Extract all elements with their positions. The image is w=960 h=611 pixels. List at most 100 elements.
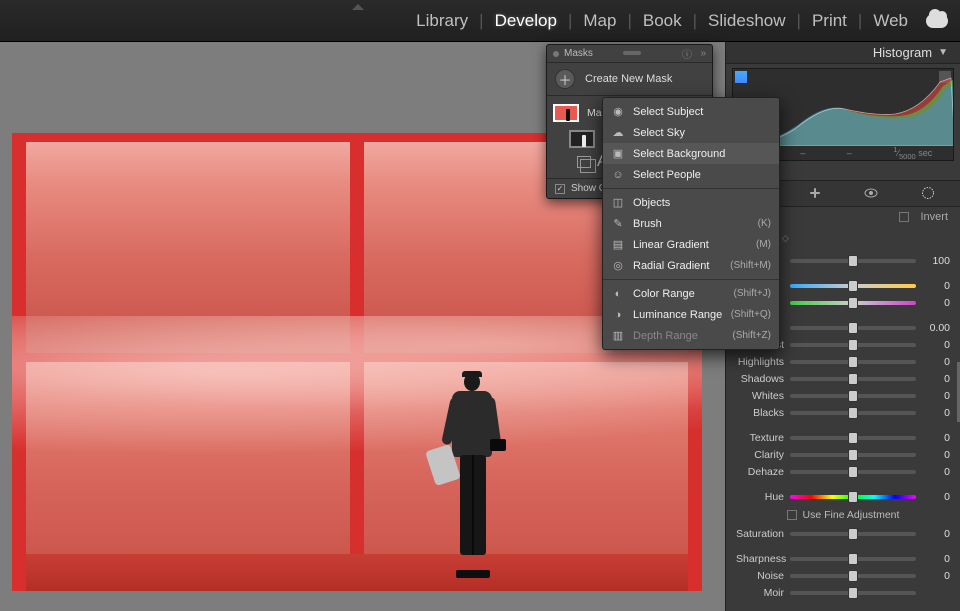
saturation-slider[interactable]: Saturation0	[736, 525, 950, 542]
invert-checkbox[interactable]	[899, 212, 909, 222]
slider-track[interactable]	[790, 259, 916, 263]
fine-adjustment-checkbox[interactable]	[787, 510, 797, 520]
whites-slider[interactable]: Whites0	[736, 387, 950, 404]
slider-track[interactable]	[790, 532, 916, 536]
shadows-slider[interactable]: Shadows0	[736, 370, 950, 387]
slider-track[interactable]	[790, 453, 916, 457]
slider-value: 0	[922, 491, 950, 503]
slider-value: 0	[922, 280, 950, 292]
menu-select_people[interactable]: ☺Select People	[603, 164, 779, 185]
bg-icon: ▣	[611, 147, 625, 161]
menu-linear_gradient[interactable]: ▤Linear Gradient(M)	[603, 234, 779, 255]
slider-track[interactable]	[790, 377, 916, 381]
menu-select_subject[interactable]: ◉Select Subject	[603, 101, 779, 122]
slider-value: 0	[922, 297, 950, 309]
module-web[interactable]: Web	[865, 7, 916, 35]
slider-thumb[interactable]	[848, 390, 858, 402]
moir-slider[interactable]: Moir	[736, 584, 950, 601]
slider-thumb[interactable]	[848, 466, 858, 478]
module-book[interactable]: Book	[635, 7, 690, 35]
slider-thumb[interactable]	[848, 570, 858, 582]
menu-shortcut: (Shift+Q)	[731, 309, 771, 320]
highlights-slider[interactable]: Highlights0	[736, 353, 950, 370]
texture-slider[interactable]: Texture0	[736, 429, 950, 446]
slider-track[interactable]	[790, 301, 916, 305]
slider-value: 0	[922, 553, 950, 565]
masks-panel-title: Masks	[564, 48, 593, 59]
menu-item-label: Select Subject	[633, 106, 703, 118]
module-develop[interactable]: Develop	[487, 7, 565, 35]
slider-track[interactable]	[790, 470, 916, 474]
collapse-icon[interactable]: »	[700, 48, 706, 59]
rgrad-icon: ◎	[611, 259, 625, 273]
menu-radial_gradient[interactable]: ◎Radial Gradient(Shift+M)	[603, 255, 779, 276]
slider-thumb[interactable]	[848, 322, 858, 334]
create-new-mask-button[interactable]: ＋ Create New Mask	[547, 63, 712, 96]
module-slideshow[interactable]: Slideshow	[700, 7, 794, 35]
histogram-header[interactable]: Histogram ▼	[726, 42, 960, 64]
slider-thumb[interactable]	[848, 491, 858, 503]
slider-track[interactable]	[790, 360, 916, 364]
menu-objects[interactable]: ◫ Objects	[603, 192, 779, 213]
lgrad-icon: ▤	[611, 238, 625, 252]
slider-thumb[interactable]	[848, 356, 858, 368]
menu-luminance_range[interactable]: ◑Luminance Range(Shift+Q)	[603, 304, 779, 325]
blacks-slider[interactable]: Blacks0	[736, 404, 950, 421]
heal-tool-icon[interactable]	[804, 182, 826, 204]
masking-tool-icon[interactable]	[917, 182, 939, 204]
slider-track[interactable]	[790, 591, 916, 595]
module-print[interactable]: Print	[804, 7, 855, 35]
slider-thumb[interactable]	[848, 407, 858, 419]
slider-track[interactable]	[790, 574, 916, 578]
menu-select_background[interactable]: ▣Select Background	[603, 143, 779, 164]
slider-thumb[interactable]	[848, 587, 858, 599]
create-new-mask-label: Create New Mask	[585, 73, 672, 85]
slider-thumb[interactable]	[848, 528, 858, 540]
top-panel-expand-icon[interactable]	[352, 4, 364, 10]
module-library[interactable]: Library	[408, 7, 476, 35]
slider-track[interactable]	[790, 436, 916, 440]
slider-thumb[interactable]	[848, 297, 858, 309]
menu-item-label: Radial Gradient	[633, 260, 709, 272]
clarity-slider[interactable]: Clarity0	[736, 446, 950, 463]
slider-track[interactable]	[790, 284, 916, 288]
slider-thumb[interactable]	[848, 449, 858, 461]
sharpness-slider[interactable]: Sharpness0	[736, 550, 950, 567]
slider-thumb[interactable]	[848, 339, 858, 351]
slider-thumb[interactable]	[848, 280, 858, 292]
menu-item-label: Objects	[633, 197, 670, 209]
menu-item-label: Depth Range	[633, 330, 698, 342]
menu-select_sky[interactable]: ☁Select Sky	[603, 122, 779, 143]
slider-label: Clarity	[736, 449, 790, 461]
slider-thumb[interactable]	[848, 255, 858, 267]
slider-track[interactable]	[790, 495, 916, 499]
slider-label: Noise	[736, 570, 790, 582]
menu-color_range[interactable]: ◐Color Range(Shift+J)	[603, 283, 779, 304]
hue-slider[interactable]: Hue0	[736, 488, 950, 505]
mask-item-label: Ma	[587, 107, 602, 119]
slider-track[interactable]	[790, 394, 916, 398]
slider-track[interactable]	[790, 411, 916, 415]
module-map[interactable]: Map	[575, 7, 624, 35]
slider-label: Saturation	[736, 528, 790, 540]
slider-track[interactable]	[790, 557, 916, 561]
dehaze-slider[interactable]: Dehaze0	[736, 463, 950, 480]
slider-thumb[interactable]	[848, 553, 858, 565]
drag-handle-icon[interactable]	[623, 51, 641, 55]
menu-shortcut: (Shift+Z)	[732, 330, 771, 341]
slider-track[interactable]	[790, 343, 916, 347]
masks-panel-header[interactable]: Masks ⓘ »	[547, 45, 712, 63]
info-icon[interactable]: ⓘ	[682, 46, 692, 61]
slider-label: Whites	[736, 390, 790, 402]
slider-track[interactable]	[790, 326, 916, 330]
slider-thumb[interactable]	[848, 373, 858, 385]
cloud-sync-icon[interactable]	[926, 14, 948, 28]
use-fine-adjustment-row[interactable]: Use Fine Adjustment	[736, 505, 950, 525]
show-overlay-checkbox[interactable]: ✓	[555, 184, 565, 194]
redeye-tool-icon[interactable]	[860, 182, 882, 204]
menu-brush[interactable]: ✎Brush(K)	[603, 213, 779, 234]
noise-slider[interactable]: Noise0	[736, 567, 950, 584]
box-icon: ◫	[611, 196, 625, 210]
panel-pin-icon[interactable]	[553, 51, 559, 57]
slider-thumb[interactable]	[848, 432, 858, 444]
